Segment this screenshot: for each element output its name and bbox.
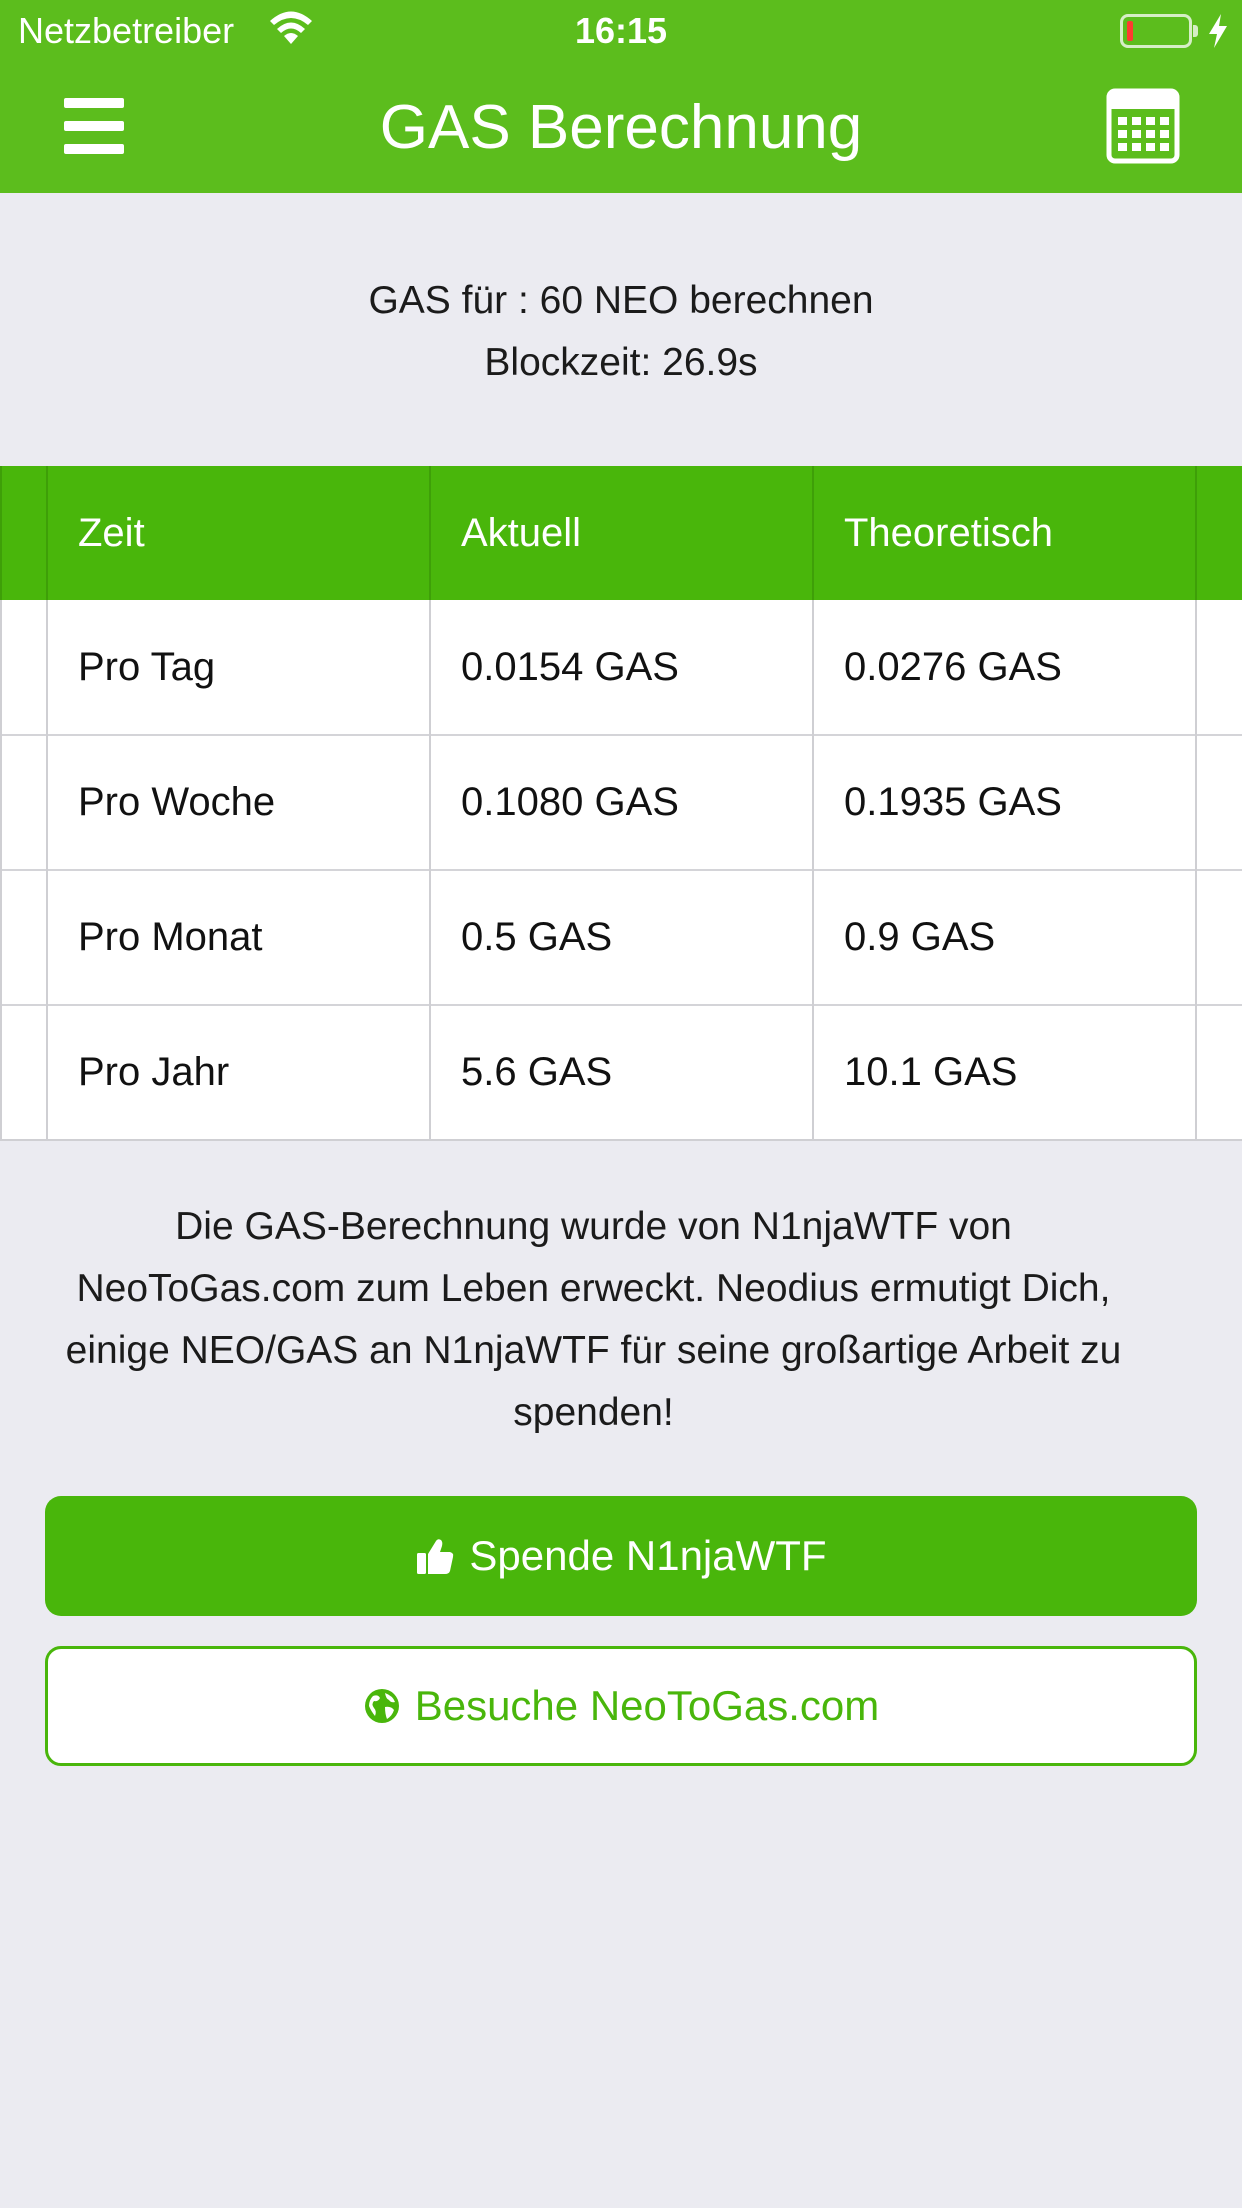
thumbs-up-icon xyxy=(417,1539,454,1574)
navigation-bar: Netzbetreiber 16:15 GAS Berechnung xyxy=(0,0,1242,193)
period-cell: Pro Monat xyxy=(46,870,431,1005)
theoretical-value-cell: 0.0276 GAS xyxy=(812,600,1197,735)
gas-table: Zeit Aktuell Theoretisch Pro Tag 0.0154 … xyxy=(0,466,1242,1141)
credit-text: Die GAS-Berechnung wurde von N1njaWTF vo… xyxy=(65,1205,1122,1434)
current-value-cell: 0.5 GAS xyxy=(429,870,814,1005)
battery-icon xyxy=(1120,14,1198,48)
column-header-theoretisch: Theoretisch xyxy=(812,466,1197,600)
neo-amount-label: GAS für : 60 NEO berechnen xyxy=(368,279,874,322)
donate-button-label: Spende N1njaWTF xyxy=(469,1532,827,1579)
table-row: Pro Woche 0.1080 GAS 0.1935 GAS xyxy=(0,735,1242,870)
table-header-row: Zeit Aktuell Theoretisch xyxy=(0,466,1242,600)
donate-button[interactable]: Spende N1njaWTF xyxy=(45,1496,1197,1616)
period-cell: Pro Woche xyxy=(46,735,431,870)
visit-website-button[interactable]: Besuche NeoToGas.com xyxy=(45,1646,1197,1766)
current-value-cell: 5.6 GAS xyxy=(429,1005,814,1140)
theoretical-value-cell: 10.1 GAS xyxy=(812,1005,1197,1140)
block-time-label: Blockzeit: 26.9s xyxy=(484,341,758,384)
charging-bolt-icon xyxy=(1209,14,1227,48)
table-row: Pro Jahr 5.6 GAS 10.1 GAS xyxy=(0,1005,1242,1140)
globe-icon xyxy=(364,1689,399,1723)
table-row: Pro Tag 0.0154 GAS 0.0276 GAS xyxy=(0,600,1242,735)
column-header-aktuell: Aktuell xyxy=(429,466,814,600)
period-cell: Pro Jahr xyxy=(46,1005,431,1140)
table-row: Pro Monat 0.5 GAS 0.9 GAS xyxy=(0,870,1242,1005)
theoretical-value-cell: 0.1935 GAS xyxy=(812,735,1197,870)
current-value-cell: 0.0154 GAS xyxy=(429,600,814,735)
battery-level xyxy=(1127,21,1133,41)
calculation-info: GAS für : 60 NEO berechnen Blockzeit: 26… xyxy=(0,270,1242,394)
current-value-cell: 0.1080 GAS xyxy=(429,735,814,870)
status-bar: Netzbetreiber 16:15 xyxy=(0,0,1242,62)
calculator-icon[interactable] xyxy=(1106,88,1180,164)
hamburger-menu-icon[interactable] xyxy=(56,94,132,158)
column-header-zeit: Zeit xyxy=(46,466,431,600)
status-time: 16:15 xyxy=(574,10,668,51)
visit-button-label: Besuche NeoToGas.com xyxy=(414,1682,880,1729)
page-title: GAS Berechnung xyxy=(379,93,863,162)
period-cell: Pro Tag xyxy=(46,600,431,735)
theoretical-value-cell: 0.9 GAS xyxy=(812,870,1197,1005)
